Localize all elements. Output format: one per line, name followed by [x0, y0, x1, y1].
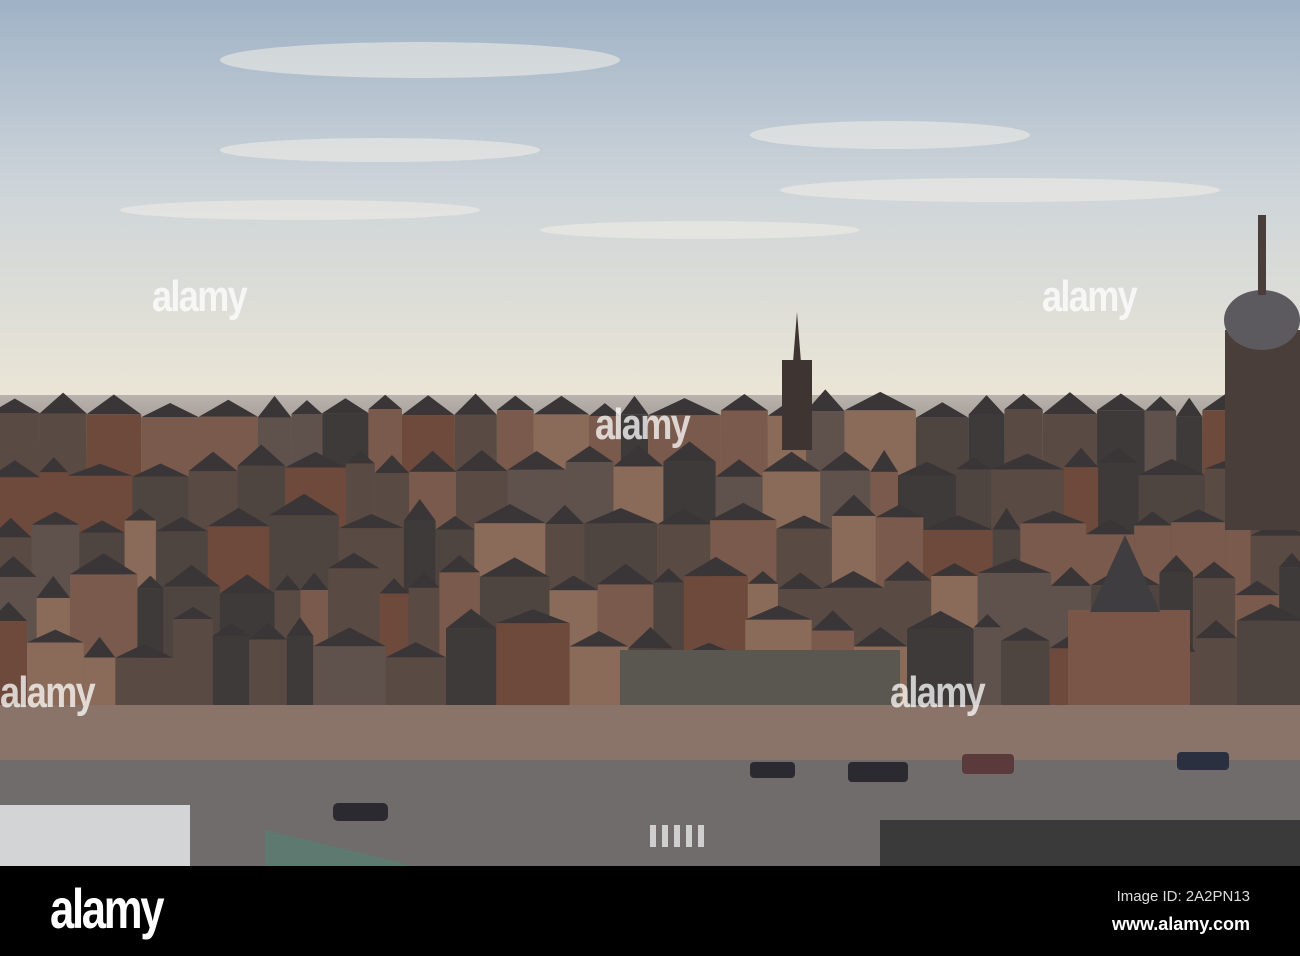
- watermark: alamy: [152, 272, 248, 321]
- watermark: alamy: [595, 400, 691, 449]
- site-url: www.alamy.com: [1111, 914, 1250, 934]
- footer-bar: alamy Image ID: 2A2PN13 www.alamy.com: [0, 866, 1300, 956]
- canal: [620, 650, 900, 710]
- watermark: alamy: [0, 668, 96, 717]
- pavement: [0, 705, 1300, 765]
- watermark: alamy: [1042, 272, 1138, 321]
- wall-right: [880, 820, 1300, 866]
- image-id: Image ID: 2A2PN13: [1116, 888, 1250, 905]
- stock-photo-frame: alamy alamy alamy alamy alamy alamy Imag…: [0, 0, 1300, 956]
- tent-roof: [0, 805, 190, 866]
- alamy-logo: alamy: [50, 877, 164, 940]
- watermark: alamy: [890, 668, 986, 717]
